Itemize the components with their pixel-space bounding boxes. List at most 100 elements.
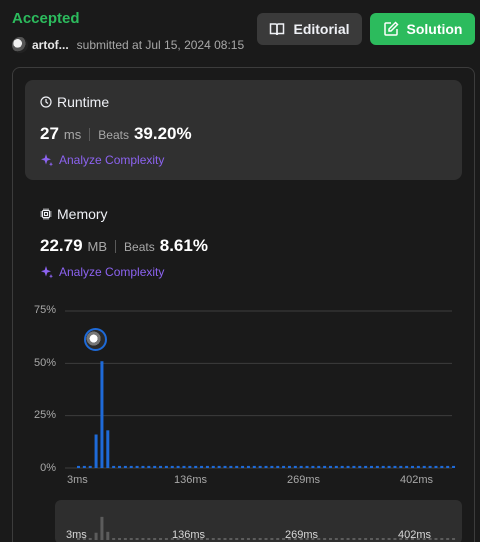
navigator-bar (381, 538, 385, 540)
distribution-bar[interactable] (223, 465, 227, 468)
distribution-bar[interactable] (405, 465, 409, 468)
distribution-bar[interactable] (287, 465, 291, 468)
navigator-bar (358, 538, 362, 540)
distribution-bar[interactable] (264, 465, 268, 468)
distribution-bar[interactable] (370, 465, 373, 468)
y-tick-label: 25% (33, 409, 56, 421)
distribution-bar[interactable] (200, 465, 204, 468)
distribution-bar[interactable] (375, 465, 379, 468)
navigator-tick-label: 3ms (66, 529, 87, 541)
distribution-bar[interactable] (317, 465, 321, 468)
navigator-bar (211, 538, 215, 540)
navigator-bar (323, 538, 327, 540)
navigator-bar (434, 538, 438, 540)
distribution-bar[interactable] (411, 465, 415, 468)
distribution-bar[interactable] (311, 465, 315, 468)
distribution-bar[interactable] (205, 465, 209, 468)
distribution-bar[interactable] (77, 465, 80, 468)
distribution-bar[interactable] (328, 465, 332, 468)
distribution-bar[interactable] (305, 465, 309, 468)
navigator-bar (346, 538, 350, 540)
x-tick-label: 269ms (287, 474, 321, 486)
distribution-bar[interactable] (182, 465, 186, 468)
navigator-bar (276, 538, 280, 540)
navigator-bar (270, 538, 274, 540)
memory-distribution-chart[interactable] (0, 0, 480, 542)
navigator-bar (147, 538, 151, 540)
distribution-bar[interactable] (147, 465, 151, 468)
navigator-bar (328, 538, 332, 540)
distribution-bar[interactable] (129, 465, 133, 468)
distribution-bar[interactable] (440, 465, 444, 468)
distribution-bar[interactable] (393, 465, 397, 468)
distribution-bar[interactable] (334, 465, 338, 468)
distribution-bar[interactable] (164, 465, 168, 468)
distribution-bar[interactable] (258, 465, 262, 468)
distribution-bar[interactable] (235, 465, 239, 468)
navigator-bar (241, 538, 245, 540)
x-tick-label: 3ms (67, 474, 88, 486)
distribution-bar[interactable] (246, 465, 250, 468)
distribution-bar[interactable] (434, 465, 438, 468)
distribution-bar[interactable] (141, 465, 145, 468)
your-submission-avatar-marker[interactable] (84, 328, 107, 351)
x-tick-label: 402ms (400, 474, 434, 486)
navigator-bar (112, 538, 116, 540)
x-tick-label: 136ms (174, 474, 208, 486)
distribution-bar[interactable] (381, 465, 385, 468)
navigator-bar (229, 538, 233, 540)
distribution-bar[interactable] (123, 465, 127, 468)
distribution-bar[interactable] (217, 465, 221, 468)
distribution-bar[interactable] (352, 465, 356, 468)
distribution-bar[interactable] (293, 465, 297, 468)
y-tick-label: 50% (33, 357, 56, 369)
distribution-bar[interactable] (340, 465, 344, 468)
distribution-bar[interactable] (82, 465, 86, 468)
navigator-bar (393, 538, 397, 540)
distribution-bar[interactable] (364, 465, 368, 468)
distribution-bar[interactable] (241, 465, 245, 468)
distribution-bar[interactable] (270, 465, 274, 468)
distribution-bar[interactable] (252, 465, 256, 468)
distribution-bar[interactable] (422, 465, 426, 468)
navigator-bar (205, 538, 209, 540)
distribution-bar[interactable] (446, 465, 450, 468)
navigator-bar (246, 538, 250, 540)
distribution-bar[interactable] (159, 465, 163, 468)
distribution-bar[interactable] (211, 465, 215, 468)
navigator-bar (135, 538, 139, 540)
distribution-bar[interactable] (387, 465, 391, 468)
distribution-bar[interactable] (170, 465, 174, 468)
distribution-bar[interactable] (299, 465, 303, 468)
distribution-bar[interactable] (118, 465, 122, 468)
distribution-bar[interactable] (399, 465, 403, 468)
distribution-bar[interactable] (94, 434, 98, 468)
distribution-bar[interactable] (358, 465, 362, 468)
navigator-bar (141, 538, 145, 540)
distribution-bar[interactable] (106, 430, 110, 468)
distribution-bar[interactable] (188, 465, 192, 468)
distribution-bar[interactable] (88, 465, 92, 468)
navigator-bar (129, 538, 133, 540)
navigator-bar (159, 538, 163, 540)
distribution-bar[interactable] (229, 465, 233, 468)
navigator-bar (440, 538, 444, 540)
distribution-bar[interactable] (346, 465, 350, 468)
navigator-bar (100, 516, 104, 540)
distribution-bar[interactable] (135, 465, 139, 468)
distribution-bar[interactable] (153, 465, 157, 468)
distribution-bar[interactable] (194, 465, 198, 468)
bar-your-submission[interactable] (100, 361, 104, 468)
distribution-bar[interactable] (428, 465, 432, 468)
distribution-bar[interactable] (276, 465, 280, 468)
distribution-bar[interactable] (282, 465, 286, 468)
navigator-bar (118, 538, 122, 540)
distribution-bar[interactable] (112, 465, 116, 468)
distribution-bar[interactable] (323, 465, 327, 468)
distribution-bar[interactable] (416, 465, 420, 468)
navigator-bar (217, 538, 221, 540)
navigator-bar (223, 538, 227, 540)
distribution-bar[interactable] (176, 465, 180, 468)
distribution-bar[interactable] (452, 465, 456, 468)
navigator-tick-label: 402ms (398, 529, 432, 541)
